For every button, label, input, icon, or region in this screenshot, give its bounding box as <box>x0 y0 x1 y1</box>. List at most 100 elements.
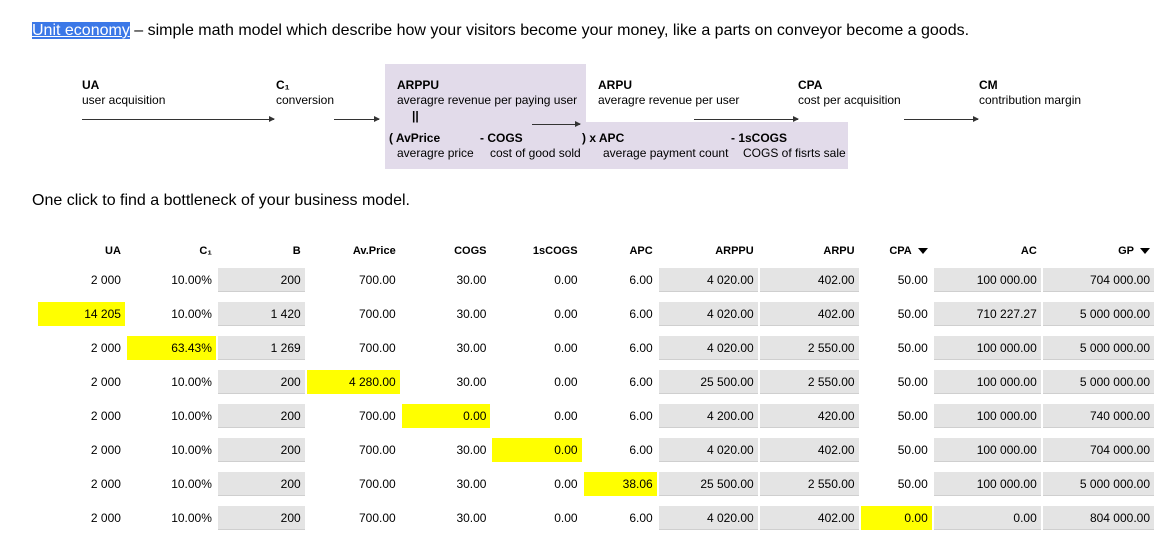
cell-avprice[interactable]: 700.00 <box>307 472 400 496</box>
c1-label: C₁ conversion <box>276 78 335 107</box>
cell-cpa[interactable]: 50.00 <box>861 336 932 360</box>
ua-label: UA user acquisition <box>82 78 166 107</box>
unit-economy-link[interactable]: Unit economy <box>32 22 130 39</box>
table-header-row: UA C₁ B Av.Price COGS 1sCOGS APC ARPPU A… <box>38 244 1154 258</box>
bottleneck-subtitle: One click to find a bottleneck of your b… <box>32 192 410 209</box>
cell-ua[interactable]: 2 000 <box>38 268 125 292</box>
cell-1scogs[interactable]: 0.00 <box>492 404 581 428</box>
equals-sign: || <box>412 109 419 123</box>
cell-c1[interactable]: 10.00% <box>127 268 216 292</box>
cell-ua[interactable]: 2 000 <box>38 404 125 428</box>
cell-b: 200 <box>217 506 305 530</box>
cell-cogs[interactable]: 30.00 <box>402 506 491 530</box>
table-row: 2 000 10.00% 200 700.00 0.00 0.00 6.00 4 200.00… <box>38 404 1154 428</box>
cell-gp: 5 000 000.00 <box>1042 336 1154 360</box>
cell-1scogs[interactable]: 0.00 <box>492 438 582 462</box>
cell-cogs[interactable]: 30.00 <box>402 302 491 326</box>
cell-1scogs[interactable]: 0.00 <box>492 302 581 326</box>
intro-text: Unit economy – simple math model which d… <box>32 22 969 40</box>
cell-1scogs[interactable]: 0.00 <box>492 472 581 496</box>
cell-ac: 710 227.27 <box>933 302 1041 326</box>
header-gp-sort[interactable]: GP <box>1043 244 1154 258</box>
header-cpa-sort[interactable]: CPA <box>861 244 932 258</box>
cell-arppu: 4 020.00 <box>658 336 758 360</box>
cell-ua[interactable]: 2 000 <box>38 438 125 462</box>
cm-label: CM contribution margin <box>979 78 1082 107</box>
cell-arppu: 25 500.00 <box>658 472 758 496</box>
cell-b: 200 <box>217 268 305 292</box>
table-row: 2 000 10.00% 200 700.00 30.00 0.00 6.00 4 020.0… <box>38 268 1154 292</box>
cell-c1[interactable]: 10.00% <box>127 302 216 326</box>
cell-gp: 704 000.00 <box>1042 438 1154 462</box>
cell-avprice[interactable]: 700.00 <box>307 336 400 360</box>
cell-1scogs[interactable]: 0.00 <box>492 370 581 394</box>
header-b: B <box>292 245 301 257</box>
sort-down-icon <box>1140 248 1150 255</box>
cell-ua[interactable]: 14 205 <box>38 302 125 326</box>
cell-cpa[interactable]: 50.00 <box>861 472 932 496</box>
cell-apc[interactable]: 6.00 <box>584 302 657 326</box>
table-row: 2 000 10.00% 200 700.00 30.00 0.00 6.00 4 020.0… <box>38 506 1154 530</box>
cell-1scogs[interactable]: 0.00 <box>492 268 581 292</box>
cell-cpa[interactable]: 50.00 <box>861 404 932 428</box>
cell-c1[interactable]: 10.00% <box>127 370 216 394</box>
cell-gp: 704 000.00 <box>1042 268 1154 292</box>
cell-arppu: 4 020.00 <box>658 506 758 530</box>
cell-c1[interactable]: 63.43% <box>126 336 216 360</box>
cell-cogs[interactable]: 30.00 <box>402 336 491 360</box>
cell-ua[interactable]: 2 000 <box>38 370 125 394</box>
table-row: 14 205 10.00% 1 420 700.00 30.00 0.00 6.00 4 02… <box>38 302 1154 326</box>
cell-cogs[interactable]: 30.00 <box>402 268 491 292</box>
cell-avprice[interactable]: 700.00 <box>307 506 400 530</box>
arrow-cpa <box>904 116 979 122</box>
cell-apc[interactable]: 38.06 <box>583 472 657 496</box>
cell-ac: 100 000.00 <box>933 336 1041 360</box>
cell-apc[interactable]: 6.00 <box>584 336 657 360</box>
cell-cpa[interactable]: 50.00 <box>861 438 932 462</box>
cell-ua[interactable]: 2 000 <box>38 336 125 360</box>
cell-c1[interactable]: 10.00% <box>127 404 216 428</box>
cell-apc[interactable]: 6.00 <box>584 506 657 530</box>
cell-1scogs[interactable]: 0.00 <box>492 506 581 530</box>
cell-arppu: 4 200.00 <box>658 404 758 428</box>
cell-apc[interactable]: 6.00 <box>584 404 657 428</box>
cpa-label: CPA cost per acquisition <box>798 78 901 107</box>
intro-description: – simple math model which describe how y… <box>129 22 970 39</box>
cell-gp: 804 000.00 <box>1042 506 1154 530</box>
cell-apc[interactable]: 6.00 <box>584 370 657 394</box>
cell-avprice[interactable]: 700.00 <box>307 268 400 292</box>
cell-apc[interactable]: 6.00 <box>584 438 657 462</box>
header-cogs: COGS <box>454 245 487 257</box>
cell-1scogs[interactable]: 0.00 <box>492 336 581 360</box>
arpu-label: ARPU averagre revenue per user <box>598 78 740 107</box>
cell-avprice[interactable]: 700.00 <box>307 302 400 326</box>
cell-cogs[interactable]: 30.00 <box>402 438 491 462</box>
arrow-ua <box>82 116 275 122</box>
cell-c1[interactable]: 10.00% <box>127 472 216 496</box>
cell-cpa[interactable]: 50.00 <box>861 370 932 394</box>
cell-arpu: 420.00 <box>759 404 859 428</box>
cell-avprice[interactable]: 700.00 <box>307 438 400 462</box>
cell-b: 1 269 <box>217 336 305 360</box>
cell-cogs[interactable]: 0.00 <box>401 404 491 428</box>
cell-avprice[interactable]: 4 280.00 <box>306 370 400 394</box>
cell-cogs[interactable]: 30.00 <box>402 472 491 496</box>
cell-c1[interactable]: 10.00% <box>127 438 216 462</box>
header-arpu: ARPU <box>823 245 855 257</box>
table-row: 2 000 63.43% 1 269 700.00 30.00 0.00 6.00 4 020… <box>38 336 1154 360</box>
unit-economy-diagram: UA user acquisition C₁ conversion ARPPU ave… <box>0 64 1156 174</box>
cell-cpa[interactable]: 50.00 <box>861 268 932 292</box>
cell-cpa[interactable]: 50.00 <box>861 302 932 326</box>
cell-ua[interactable]: 2 000 <box>38 472 125 496</box>
cell-ac: 100 000.00 <box>933 438 1041 462</box>
cell-c1[interactable]: 10.00% <box>127 506 216 530</box>
cell-arppu: 4 020.00 <box>658 438 758 462</box>
cell-b: 200 <box>217 370 305 394</box>
cell-apc[interactable]: 6.00 <box>584 268 657 292</box>
cell-arpu: 2 550.00 <box>759 472 859 496</box>
cell-ua[interactable]: 2 000 <box>38 506 125 530</box>
cell-cpa[interactable]: 0.00 <box>860 506 932 530</box>
cell-cogs[interactable]: 30.00 <box>402 370 491 394</box>
arrow-arppu <box>532 121 581 127</box>
cell-avprice[interactable]: 700.00 <box>307 404 400 428</box>
